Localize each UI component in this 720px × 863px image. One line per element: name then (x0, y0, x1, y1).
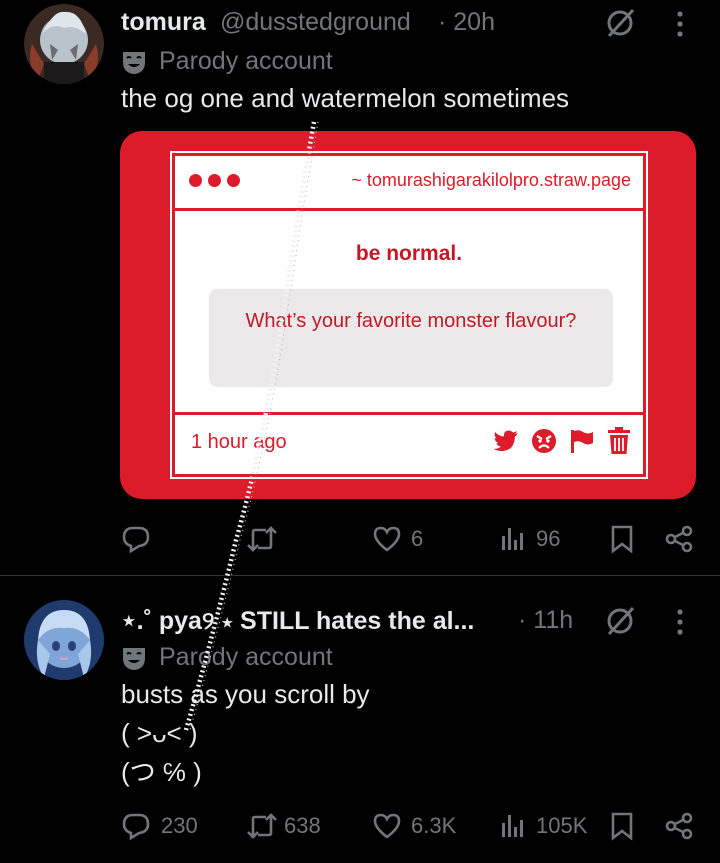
reply-button[interactable] (121, 519, 161, 559)
more-options-icon[interactable] (672, 608, 688, 641)
share-button[interactable] (664, 806, 694, 846)
parody-text: Parody account (159, 643, 333, 671)
parody-label: Parody account (121, 47, 333, 76)
views-icon (502, 815, 523, 837)
twitter-icon (493, 430, 518, 451)
window-dots-icon (189, 174, 240, 187)
display-name[interactable]: ⋆.˚ pya୨ ⋆ STILL hates the al... (121, 606, 474, 636)
tweet-text-line-2: ( ˃ᴗ˂ ) (121, 718, 198, 748)
card-titlebar: ~ tomurashigarakilolpro.straw.page (175, 156, 643, 211)
card-heading: be normal. (355, 242, 463, 265)
grok-icon[interactable] (603, 604, 637, 643)
more-options-icon[interactable] (672, 10, 688, 43)
like-count: 6 (411, 526, 424, 551)
card-url: ~ tomurashigarakilolpro.straw.page (351, 170, 631, 190)
display-name[interactable]: tomura (121, 8, 206, 37)
tweet-text: the og one and watermelon sometimes (121, 83, 570, 113)
timestamp[interactable]: · 11h (518, 606, 573, 635)
card-window: ~ tomurashigarakilolpro.straw.page be no… (172, 153, 646, 477)
reply-icon (122, 526, 150, 554)
angry-face-icon (532, 429, 556, 453)
card-time: 1 hour ago (191, 431, 287, 453)
repost-icon (247, 526, 277, 552)
bookmark-icon (611, 525, 633, 554)
heart-icon (373, 813, 401, 839)
share-button[interactable] (664, 519, 694, 559)
like-button[interactable]: 6.3K (373, 806, 456, 846)
parody-label: Parody account (121, 643, 333, 672)
tweet-2[interactable]: ⋆.˚ pya୨ ⋆ STILL hates the al... · 11h P… (0, 576, 720, 863)
handle[interactable]: @dusstedground (220, 8, 411, 37)
bookmark-button[interactable] (610, 806, 634, 846)
parody-mask-icon (123, 647, 145, 670)
view-count: 105K (536, 813, 588, 838)
views-icon (502, 528, 523, 550)
view-count: 96 (536, 526, 561, 551)
share-icon (665, 812, 693, 840)
reply-icon (122, 813, 150, 841)
like-button[interactable]: 6 (373, 519, 423, 559)
trash-icon (608, 427, 630, 454)
flag-icon (571, 430, 593, 453)
repost-button[interactable]: 638 (246, 806, 321, 846)
heart-icon (373, 526, 401, 552)
avatar[interactable] (24, 600, 104, 680)
parody-text: Parody account (159, 47, 333, 75)
grok-icon[interactable] (603, 6, 637, 45)
views-button[interactable]: 96 (500, 519, 560, 559)
bookmark-icon (611, 812, 633, 841)
card-footer: 1 hour ago (175, 412, 643, 477)
question-box: What’s your favorite monster flavour? (209, 289, 613, 387)
question-text: What’s your favorite monster flavour? (245, 310, 577, 332)
share-icon (665, 525, 693, 553)
bookmark-button[interactable] (610, 519, 634, 559)
tweet-text-line-1: busts as you scroll by (121, 679, 370, 709)
repost-button[interactable] (246, 519, 288, 559)
timestamp[interactable]: · 20h (438, 8, 495, 37)
tweet-text-line-3: (つ ℅ ) (121, 757, 202, 787)
reply-count: 230 (161, 813, 198, 838)
parody-mask-icon (123, 51, 145, 74)
avatar[interactable] (24, 4, 104, 84)
reply-button[interactable]: 230 (121, 806, 198, 846)
tweet-image[interactable]: ~ tomurashigarakilolpro.straw.page be no… (120, 131, 696, 499)
tweet-1[interactable]: tomura @dusstedground · 20h Parody accou… (0, 0, 720, 575)
like-count: 6.3K (411, 813, 457, 838)
repost-count: 638 (284, 813, 321, 838)
repost-icon (247, 813, 277, 839)
views-button[interactable]: 105K (500, 806, 587, 846)
